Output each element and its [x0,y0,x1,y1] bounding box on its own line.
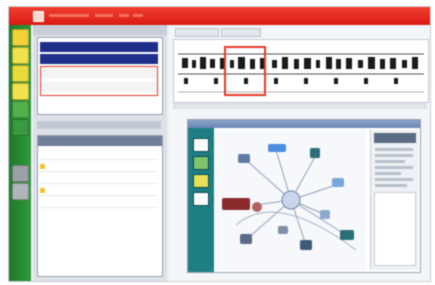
folder-icon[interactable] [12,29,29,46]
selection-box[interactable] [224,46,266,96]
diagram-node[interactable] [332,178,344,187]
title-bar [9,7,430,25]
tool-icon[interactable] [12,165,29,182]
network-diagram[interactable] [216,130,366,270]
panel-separator [37,121,161,129]
sequence-graphic [178,53,424,93]
diagram-titlebar [188,120,420,128]
diagram-node[interactable] [278,226,288,234]
diagram-toolbar [188,128,214,272]
tree-row[interactable] [40,54,158,64]
tool-button[interactable] [193,192,209,206]
tree-view [37,37,163,115]
properties-header [38,136,162,146]
main-area [169,25,430,281]
diagram-node[interactable] [320,210,330,219]
property-row[interactable] [40,186,158,196]
property-row[interactable] [40,162,158,172]
left-panel [33,25,167,281]
tool-icon[interactable] [12,83,29,100]
horizontal-scrollbar[interactable] [173,103,427,109]
sequence-view [173,39,429,103]
tool-button[interactable] [193,174,209,188]
color-swatch [40,164,45,169]
diagram-window [187,119,421,273]
property-row[interactable] [40,198,158,208]
tree-highlight [40,66,158,96]
property-row[interactable] [40,174,158,184]
diagram-side-panel [370,130,419,270]
diagram-node[interactable] [340,230,354,240]
tool-icon[interactable] [12,47,29,64]
tool-icon[interactable] [12,65,29,82]
app-window [8,6,431,282]
tool-button[interactable] [193,156,209,170]
tool-icon[interactable] [12,183,29,200]
side-panel-header [374,133,416,143]
properties-panel [37,135,163,277]
diagram-node[interactable] [222,198,250,210]
app-icon [33,11,44,22]
color-swatch [40,188,45,193]
tree-row[interactable] [40,42,158,52]
tool-strip [9,25,31,281]
diagram-node[interactable] [252,202,262,212]
diagram-node[interactable] [310,148,320,158]
diagram-node[interactable] [238,154,250,163]
tab[interactable] [221,28,261,37]
side-panel-body [374,192,416,266]
property-row[interactable] [40,150,158,160]
diagram-node[interactable] [240,234,252,244]
diagram-node[interactable] [300,240,312,250]
tab[interactable] [175,28,219,37]
tool-icon[interactable] [12,119,29,136]
tool-icon[interactable] [12,101,29,118]
diagram-node[interactable] [268,144,286,152]
panel-header [33,25,167,35]
tool-button[interactable] [193,138,209,152]
